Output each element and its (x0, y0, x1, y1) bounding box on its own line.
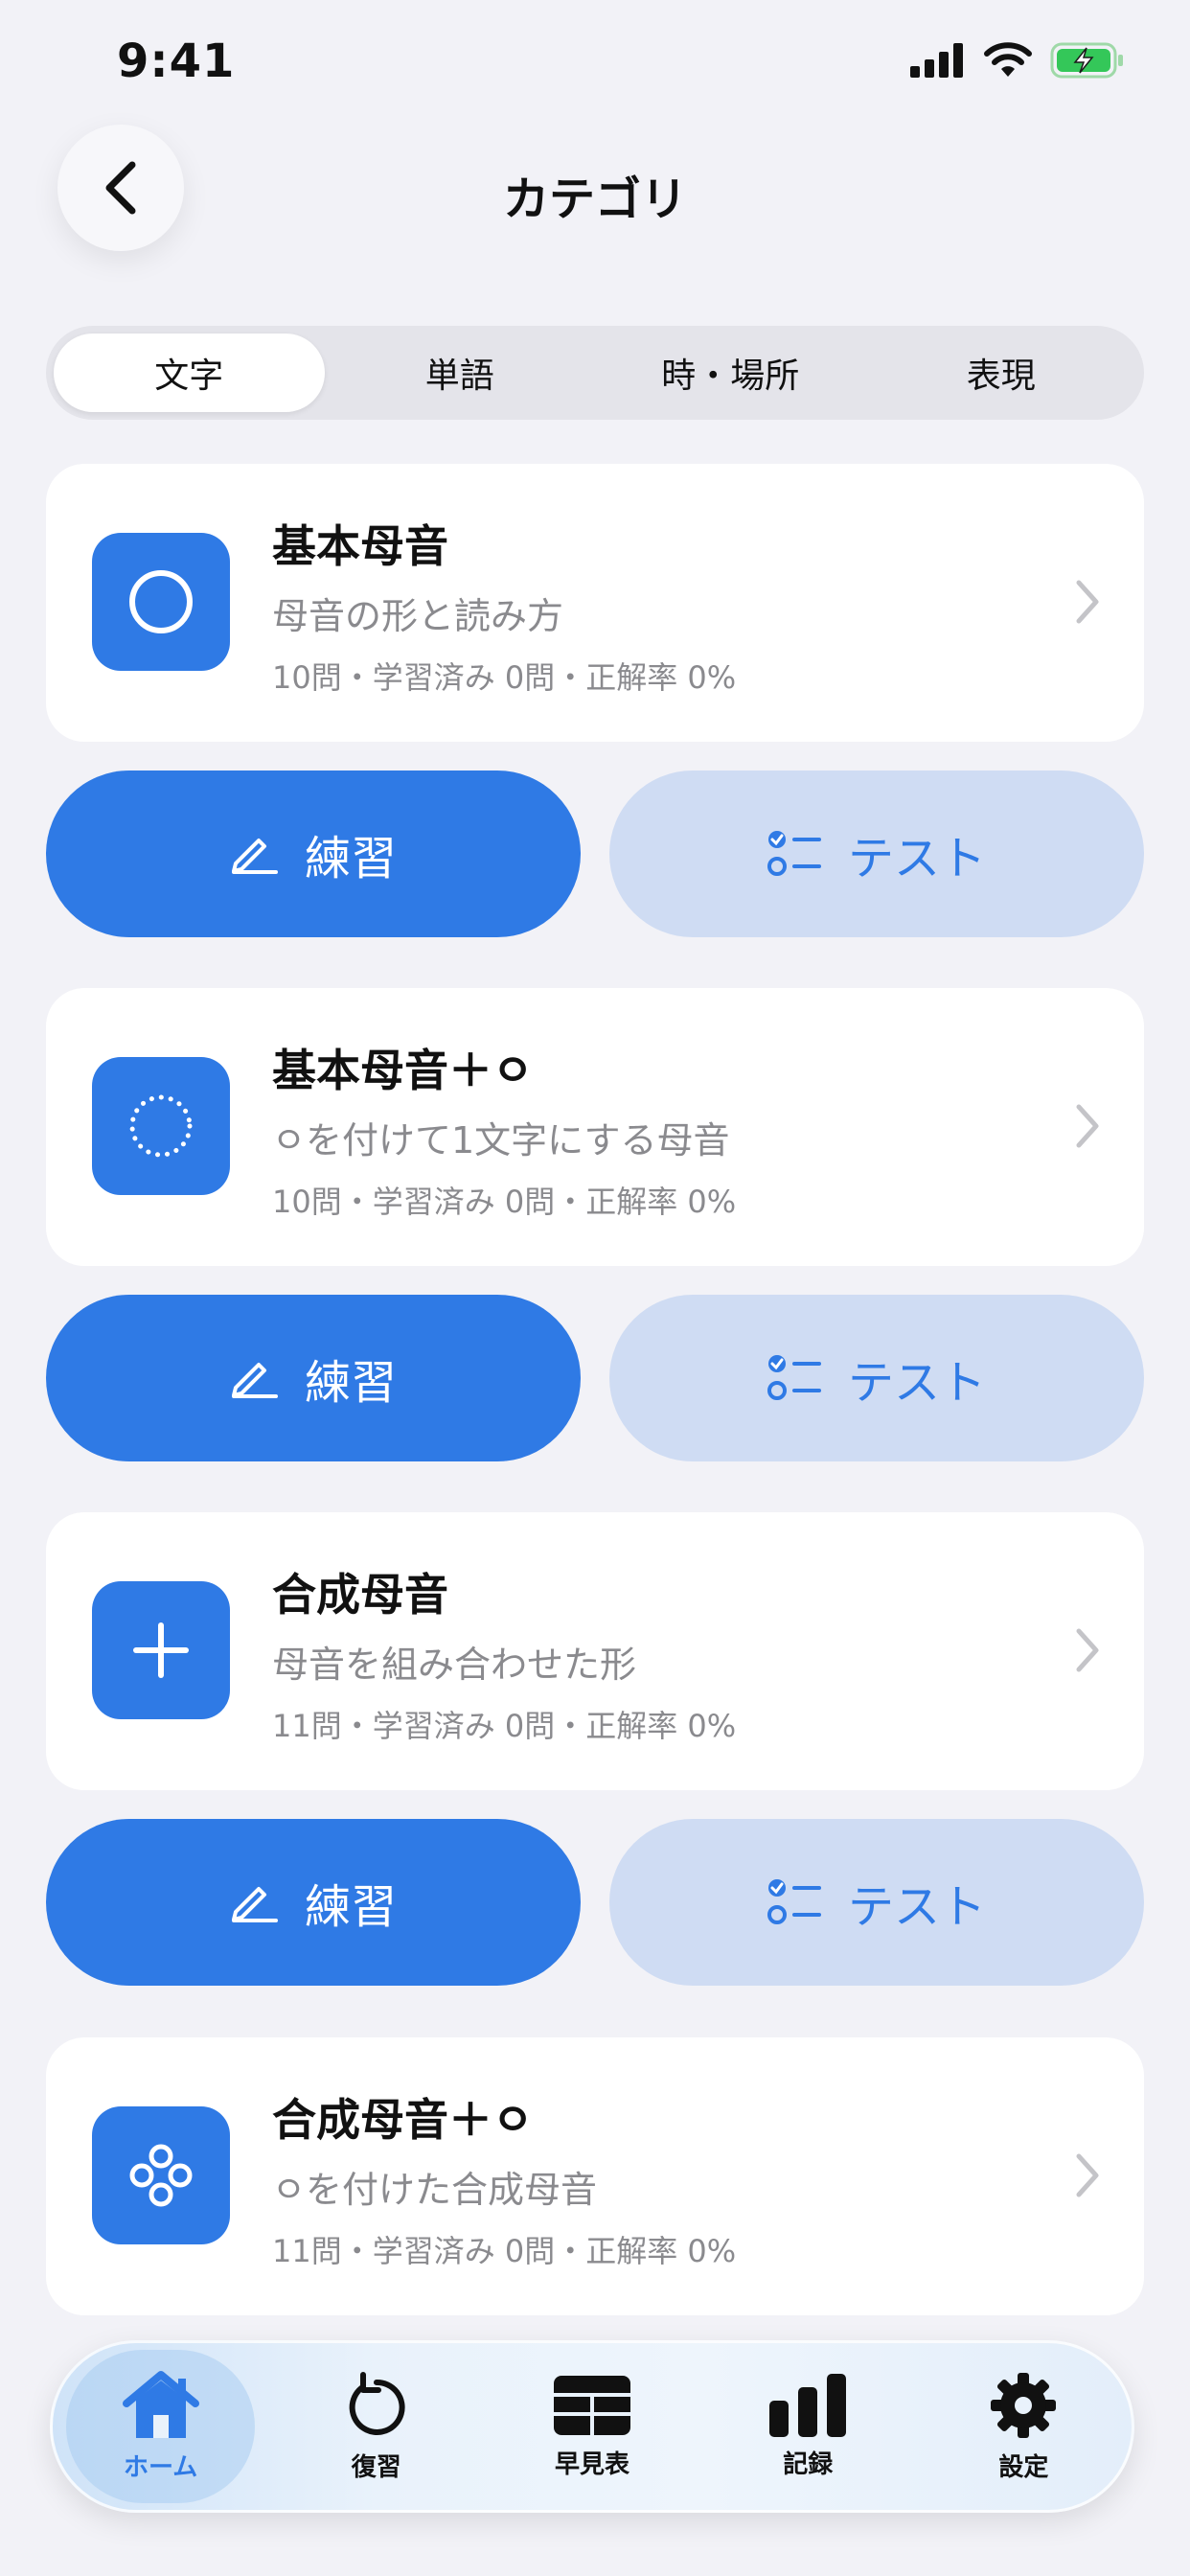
tab-home-label: ホーム (123, 2452, 198, 2482)
pencil-icon (231, 839, 278, 874)
tab-chart[interactable]: 早見表 (484, 2350, 699, 2503)
category-subtitle: 母音を組み合わせた形 (272, 1644, 637, 1686)
tab-settings[interactable]: 設定 (916, 2350, 1132, 2503)
category-title: 基本母音 (272, 520, 448, 572)
category-section: 基本母音＋ㅇ ㅇを付けて1文字にする母音 10問・学習済み 0問・正解率 0% … (46, 988, 1144, 1461)
house-icon (122, 2370, 199, 2438)
practice-label: 練習 (304, 1880, 397, 1934)
pencil-icon (231, 1887, 278, 1922)
practice-label: 練習 (304, 1356, 397, 1410)
category-icon-tile (92, 1057, 230, 1195)
chevron-right-icon (1076, 580, 1099, 624)
dotted-circle-icon (129, 1094, 193, 1158)
tab-review-label: 復習 (351, 2452, 401, 2482)
checklist-icon (767, 831, 821, 876)
pencil-icon (231, 1363, 278, 1398)
category-subtitle: ㅇを付けて1文字にする母音 (272, 1119, 730, 1162)
segment-expressions[interactable]: 表現 (866, 334, 1137, 412)
category-actions: 練習 テスト (46, 770, 1144, 937)
circle-icon (129, 570, 193, 633)
practice-button[interactable]: 練習 (46, 1295, 581, 1461)
checklist-icon (767, 1879, 821, 1924)
status-time: 9:41 (117, 34, 236, 88)
four-circles-icon (129, 2144, 193, 2207)
category-actions: 練習 テスト (46, 1295, 1144, 1461)
test-button[interactable]: テスト (609, 1295, 1144, 1461)
tab-records[interactable]: 記録 (700, 2350, 916, 2503)
category-segmented-control: 文字 単語 時・場所 表現 (46, 326, 1144, 420)
segment-time-place[interactable]: 時・場所 (595, 334, 866, 412)
plus-icon (133, 1622, 189, 1678)
tab-chart-label: 早見表 (555, 2450, 630, 2479)
category-icon-tile (92, 1581, 230, 1719)
tab-records-label: 記録 (783, 2450, 834, 2479)
category-actions: 練習 テスト (46, 1819, 1144, 1986)
category-card[interactable]: 合成母音＋ㅇ ㅇを付けた合成母音 11問・学習済み 0問・正解率 0% (46, 2037, 1144, 2315)
status-icons (910, 42, 1125, 79)
rotate-icon (349, 2371, 405, 2435)
page-title: カテゴリ (502, 172, 687, 226)
category-icon-tile (92, 533, 230, 671)
practice-button[interactable]: 練習 (46, 1819, 581, 1986)
battery-charging-icon (1050, 42, 1123, 79)
category-card[interactable]: 基本母音＋ㅇ ㅇを付けて1文字にする母音 10問・学習済み 0問・正解率 0% (46, 988, 1144, 1266)
chevron-right-icon (1076, 1104, 1099, 1148)
category-stats: 11問・学習済み 0問・正解率 0% (272, 1708, 737, 1744)
category-card[interactable]: 基本母音 母音の形と読み方 10問・学習済み 0問・正解率 0% (46, 464, 1144, 742)
wifi-icon (984, 42, 1032, 77)
test-label: テスト (847, 832, 986, 886)
category-stats: 10問・学習済み 0問・正解率 0% (272, 1184, 737, 1220)
chevron-right-icon (1076, 2153, 1099, 2197)
gear-icon (991, 2372, 1057, 2438)
tab-review[interactable]: 復習 (268, 2350, 484, 2503)
tab-bar: ホーム 復習 早見表 記録 設定 (50, 2340, 1134, 2513)
test-button[interactable]: テスト (609, 770, 1144, 937)
practice-button[interactable]: 練習 (46, 770, 581, 937)
category-title: 基本母音＋ㅇ (272, 1045, 534, 1096)
bar-chart-icon (769, 2373, 847, 2437)
test-label: テスト (847, 1356, 986, 1410)
category-stats: 11問・学習済み 0問・正解率 0% (272, 2233, 737, 2269)
status-bar: 9:41 (0, 0, 1190, 125)
category-subtitle: 母音の形と読み方 (272, 595, 564, 637)
category-title: 合成母音＋ㅇ (272, 2094, 534, 2146)
tab-settings-label: 設定 (998, 2452, 1049, 2482)
category-section: 合成母音 母音を組み合わせた形 11問・学習済み 0問・正解率 0% 練習 テス… (46, 1512, 1144, 1986)
segment-characters[interactable]: 文字 (54, 334, 325, 412)
segment-words[interactable]: 単語 (325, 334, 596, 412)
test-button[interactable]: テスト (609, 1819, 1144, 1986)
cellular-signal-icon (910, 43, 963, 78)
chevron-right-icon (1076, 1628, 1099, 1672)
category-section: 合成母音＋ㅇ ㅇを付けた合成母音 11問・学習済み 0問・正解率 0% (46, 2037, 1144, 2315)
test-label: テスト (847, 1880, 986, 1934)
table-icon (554, 2375, 630, 2435)
category-stats: 10問・学習済み 0問・正解率 0% (272, 659, 737, 696)
category-subtitle: ㅇを付けた合成母音 (272, 2169, 597, 2211)
category-card[interactable]: 合成母音 母音を組み合わせた形 11問・学習済み 0問・正解率 0% (46, 1512, 1144, 1790)
category-icon-tile (92, 2106, 230, 2244)
category-section: 基本母音 母音の形と読み方 10問・学習済み 0問・正解率 0% 練習 テスト (46, 464, 1144, 937)
category-title: 合成母音 (272, 1569, 448, 1621)
tab-home[interactable]: ホーム (53, 2350, 268, 2503)
practice-label: 練習 (304, 832, 397, 886)
checklist-icon (767, 1355, 821, 1400)
